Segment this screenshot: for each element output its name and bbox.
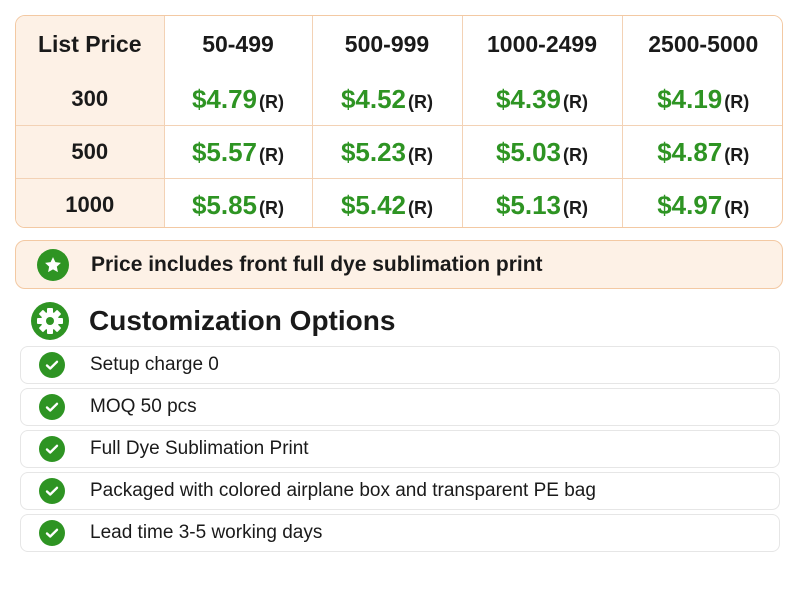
price-suffix: (R): [408, 91, 434, 112]
price-cell: $4.39 (R): [462, 73, 623, 126]
check-icon: [39, 520, 65, 546]
price-suffix: (R): [724, 144, 750, 165]
price-suffix: (R): [259, 144, 285, 165]
list-item: Lead time 3-5 working days: [20, 514, 780, 552]
header-range: 50-499: [164, 16, 313, 73]
list-item: Full Dye Sublimation Print: [20, 430, 780, 468]
check-icon: [39, 436, 65, 462]
price-cell: $4.19 (R): [622, 73, 782, 126]
list-item: Setup charge 0: [20, 346, 780, 384]
gear-icon: [30, 301, 70, 341]
price-suffix: (R): [259, 197, 285, 218]
price-cell: $5.57 (R): [164, 125, 313, 179]
price-value: $5.85: [191, 189, 258, 220]
page: List Price 50-499 500-999 1000-2499 2500…: [0, 0, 800, 600]
price-suffix: (R): [563, 144, 589, 165]
option-text: Full Dye Sublimation Print: [90, 438, 309, 459]
header-list-price: List Price: [16, 16, 165, 73]
price-cell: $5.03 (R): [462, 125, 623, 179]
table-header-row: List Price 50-499 500-999 1000-2499 2500…: [16, 16, 782, 73]
star-icon: [37, 248, 69, 281]
price-value: $5.23: [340, 136, 407, 167]
list-item: Packaged with colored airplane box and t…: [20, 472, 780, 510]
price-suffix: (R): [563, 91, 589, 112]
row-quantity: 1000: [16, 178, 165, 227]
price-cell: $5.23 (R): [312, 125, 463, 179]
price-cell: $5.85 (R): [164, 178, 313, 227]
price-value: $4.52: [340, 83, 407, 114]
price-table: List Price 50-499 500-999 1000-2499 2500…: [15, 15, 783, 228]
header-range: 500-999: [312, 16, 463, 73]
price-value: $4.39: [495, 83, 562, 114]
table-row: 300 $4.79 (R) $4.52 (R) $4.39 (R) $4.19 (R): [16, 73, 782, 126]
price-cell: $4.97 (R): [622, 179, 782, 228]
row-quantity: 300: [16, 73, 165, 126]
price-cell: $4.87 (R): [622, 125, 782, 179]
price-suffix: (R): [563, 197, 589, 218]
customization-options-list: Setup charge 0 MOQ 50 pcs Full Dye Subli…: [20, 346, 780, 556]
price-suffix: (R): [259, 91, 285, 112]
check-icon: [39, 478, 65, 504]
price-value: $4.97: [657, 189, 723, 220]
option-text: Lead time 3-5 working days: [90, 522, 323, 543]
price-suffix: (R): [408, 144, 434, 165]
check-icon: [39, 394, 65, 420]
option-text: Setup charge 0: [90, 354, 219, 375]
header-range: 2500-5000: [622, 16, 782, 73]
price-suffix: (R): [408, 197, 434, 218]
table-row: 1000 $5.85 (R) $5.42 (R) $5.13 (R) $4.97 (R): [16, 178, 782, 228]
price-value: $5.42: [340, 189, 407, 220]
price-value: $4.19: [657, 83, 723, 114]
option-text: MOQ 50 pcs: [90, 396, 197, 417]
customization-heading: Customization Options: [30, 300, 395, 342]
price-value: $5.03: [495, 136, 562, 167]
price-cell: $4.79 (R): [164, 73, 313, 126]
price-note-banner: Price includes front full dye sublimatio…: [15, 240, 783, 289]
price-note-text: Price includes front full dye sublimatio…: [91, 252, 543, 276]
price-value: $5.13: [495, 189, 562, 220]
price-cell: $5.42 (R): [312, 178, 463, 227]
check-icon: [39, 352, 65, 378]
option-text: Packaged with colored airplane box and t…: [90, 480, 596, 501]
price-value: $5.57: [191, 136, 258, 167]
price-value: $4.79: [191, 83, 258, 114]
price-cell: $4.52 (R): [312, 73, 463, 126]
table-row: 500 $5.57 (R) $5.23 (R) $5.03 (R) $4.87 (R): [16, 125, 782, 179]
price-value: $4.87: [657, 136, 723, 167]
price-suffix: (R): [724, 91, 750, 112]
list-item: MOQ 50 pcs: [20, 388, 780, 426]
header-range: 1000-2499: [462, 16, 623, 73]
price-cell: $5.13 (R): [462, 178, 623, 227]
row-quantity: 500: [16, 125, 165, 179]
price-suffix: (R): [724, 197, 750, 218]
section-title: Customization Options: [89, 305, 396, 336]
